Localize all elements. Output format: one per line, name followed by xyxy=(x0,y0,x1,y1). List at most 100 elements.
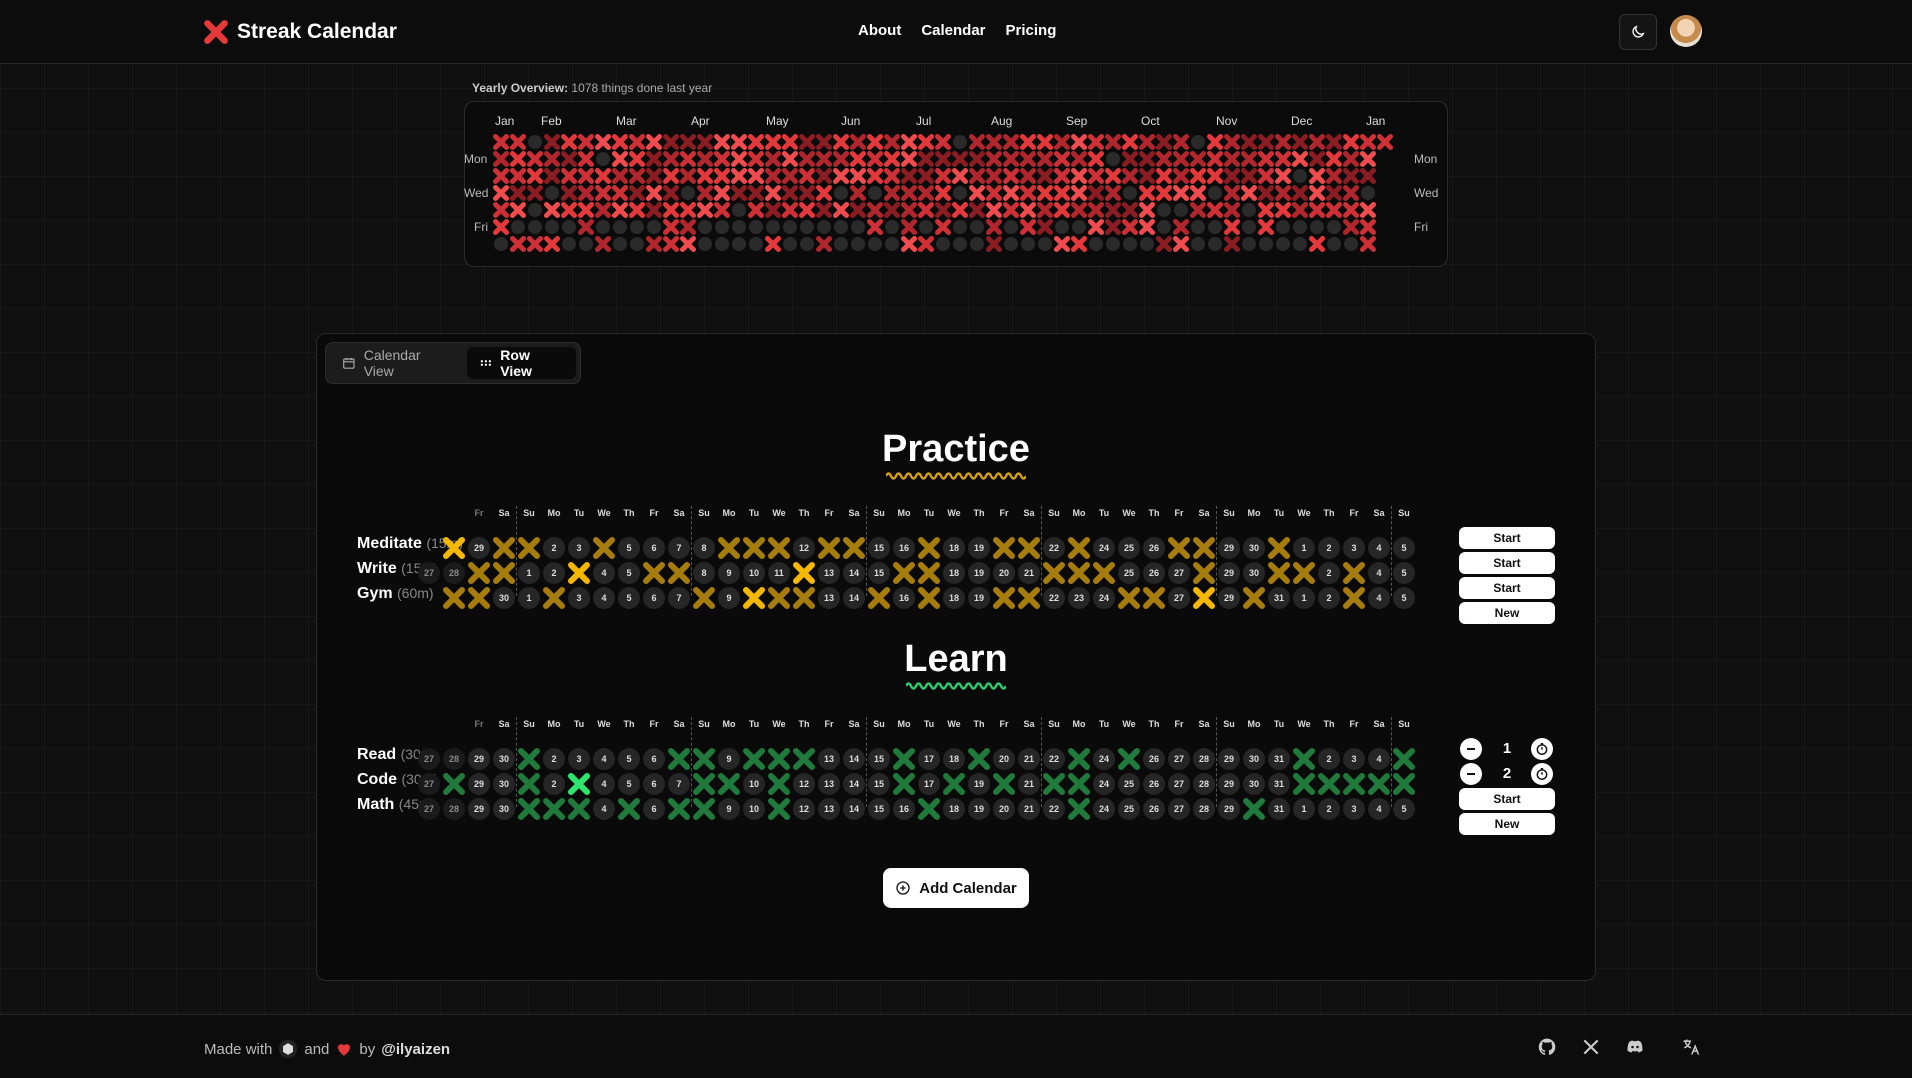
day-cell[interactable]: 20 xyxy=(993,748,1015,770)
day-cell[interactable]: 25 xyxy=(1118,537,1140,559)
day-cell[interactable]: 1 xyxy=(518,587,540,609)
day-cell[interactable]: 14 xyxy=(843,798,865,820)
day-done-x-icon[interactable] xyxy=(1242,797,1266,821)
day-cell[interactable]: 3 xyxy=(1343,748,1365,770)
day-cell[interactable]: 21 xyxy=(1018,562,1040,584)
day-done-x-icon[interactable] xyxy=(742,747,766,771)
day-cell[interactable]: 19 xyxy=(968,562,990,584)
day-done-x-icon[interactable] xyxy=(767,536,791,560)
avatar[interactable] xyxy=(1670,15,1702,47)
day-cell[interactable]: 30 xyxy=(493,773,515,795)
day-cell[interactable]: 5 xyxy=(1393,562,1415,584)
github-icon[interactable] xyxy=(1537,1037,1557,1057)
day-cell[interactable]: 6 xyxy=(643,798,665,820)
day-cell[interactable]: 2 xyxy=(1318,562,1340,584)
day-cell[interactable]: 26 xyxy=(1143,798,1165,820)
day-cell[interactable]: 2 xyxy=(543,773,565,795)
day-done-x-icon[interactable] xyxy=(642,561,666,585)
day-cell[interactable]: 8 xyxy=(693,537,715,559)
day-cell[interactable]: 28 xyxy=(443,748,465,770)
new-button[interactable]: New xyxy=(1459,602,1555,624)
day-cell[interactable]: 30 xyxy=(493,748,515,770)
day-done-x-icon[interactable] xyxy=(792,561,816,585)
day-cell[interactable]: 5 xyxy=(618,587,640,609)
nav-about[interactable]: About xyxy=(858,22,901,39)
day-cell[interactable]: 28 xyxy=(1193,798,1215,820)
day-cell[interactable]: 4 xyxy=(1368,537,1390,559)
day-done-x-icon[interactable] xyxy=(1342,561,1366,585)
day-done-x-icon[interactable] xyxy=(692,772,716,796)
new-button[interactable]: New xyxy=(1459,813,1555,835)
day-cell[interactable]: 2 xyxy=(1318,798,1340,820)
day-cell[interactable]: 19 xyxy=(968,773,990,795)
day-done-x-icon[interactable] xyxy=(567,797,591,821)
day-cell[interactable]: 3 xyxy=(1343,537,1365,559)
day-cell[interactable]: 28 xyxy=(443,798,465,820)
day-cell[interactable]: 8 xyxy=(693,562,715,584)
day-cell[interactable]: 25 xyxy=(1118,562,1140,584)
day-cell[interactable]: 9 xyxy=(718,587,740,609)
day-cell[interactable]: 2 xyxy=(543,748,565,770)
day-done-x-icon[interactable] xyxy=(492,536,516,560)
day-done-x-icon[interactable] xyxy=(692,747,716,771)
day-cell[interactable]: 13 xyxy=(818,773,840,795)
day-cell[interactable]: 24 xyxy=(1093,537,1115,559)
nav-pricing[interactable]: Pricing xyxy=(1006,22,1057,39)
day-cell[interactable]: 2 xyxy=(1318,748,1340,770)
day-cell[interactable]: 24 xyxy=(1093,773,1115,795)
day-cell[interactable]: 9 xyxy=(718,798,740,820)
day-cell[interactable]: 19 xyxy=(968,537,990,559)
day-done-x-icon[interactable] xyxy=(767,747,791,771)
day-cell[interactable]: 1 xyxy=(1293,537,1315,559)
day-cell[interactable]: 4 xyxy=(593,773,615,795)
day-cell[interactable]: 30 xyxy=(1243,562,1265,584)
day-cell[interactable]: 31 xyxy=(1268,798,1290,820)
day-cell[interactable]: 4 xyxy=(593,562,615,584)
day-done-x-icon[interactable] xyxy=(1392,747,1416,771)
day-done-x-icon[interactable] xyxy=(992,536,1016,560)
day-cell[interactable]: 15 xyxy=(868,562,890,584)
day-cell[interactable]: 15 xyxy=(868,537,890,559)
day-cell[interactable]: 14 xyxy=(843,748,865,770)
day-done-x-icon[interactable] xyxy=(442,586,466,610)
day-cell[interactable]: 29 xyxy=(468,537,490,559)
day-done-x-icon[interactable] xyxy=(992,772,1016,796)
day-done-x-icon[interactable] xyxy=(1117,747,1141,771)
day-done-x-icon[interactable] xyxy=(717,536,741,560)
day-done-x-icon[interactable] xyxy=(1367,772,1391,796)
day-done-x-icon[interactable] xyxy=(1192,561,1216,585)
day-cell[interactable]: 15 xyxy=(868,773,890,795)
day-done-x-icon[interactable] xyxy=(992,586,1016,610)
day-done-x-icon[interactable] xyxy=(892,747,916,771)
nav-calendar[interactable]: Calendar xyxy=(921,22,985,39)
day-cell[interactable]: 2 xyxy=(1318,587,1340,609)
day-cell[interactable]: 30 xyxy=(1243,773,1265,795)
decrement-button[interactable] xyxy=(1460,738,1482,760)
day-cell[interactable]: 18 xyxy=(943,798,965,820)
day-cell[interactable]: 10 xyxy=(743,798,765,820)
day-cell[interactable]: 27 xyxy=(1168,562,1190,584)
day-done-x-icon[interactable] xyxy=(767,586,791,610)
day-cell[interactable]: 29 xyxy=(468,773,490,795)
day-cell[interactable]: 10 xyxy=(743,562,765,584)
day-done-x-icon[interactable] xyxy=(742,536,766,560)
day-cell[interactable]: 30 xyxy=(493,798,515,820)
day-cell[interactable]: 3 xyxy=(1343,798,1365,820)
calendar-title[interactable]: Practice xyxy=(756,428,1156,481)
day-cell[interactable]: 9 xyxy=(718,562,740,584)
day-cell[interactable]: 7 xyxy=(668,537,690,559)
day-cell[interactable]: 6 xyxy=(643,587,665,609)
day-cell[interactable]: 17 xyxy=(918,773,940,795)
day-cell[interactable]: 29 xyxy=(1218,537,1240,559)
day-done-x-icon[interactable] xyxy=(442,536,466,560)
day-cell[interactable]: 27 xyxy=(1168,587,1190,609)
day-done-x-icon[interactable] xyxy=(592,536,616,560)
day-cell[interactable]: 20 xyxy=(993,562,1015,584)
day-done-x-icon[interactable] xyxy=(1067,561,1091,585)
day-done-x-icon[interactable] xyxy=(517,536,541,560)
day-cell[interactable]: 29 xyxy=(1218,773,1240,795)
tab-row-view[interactable]: Row View xyxy=(466,347,576,379)
day-cell[interactable]: 18 xyxy=(943,562,965,584)
day-cell[interactable]: 25 xyxy=(1118,773,1140,795)
day-done-x-icon[interactable] xyxy=(742,586,766,610)
